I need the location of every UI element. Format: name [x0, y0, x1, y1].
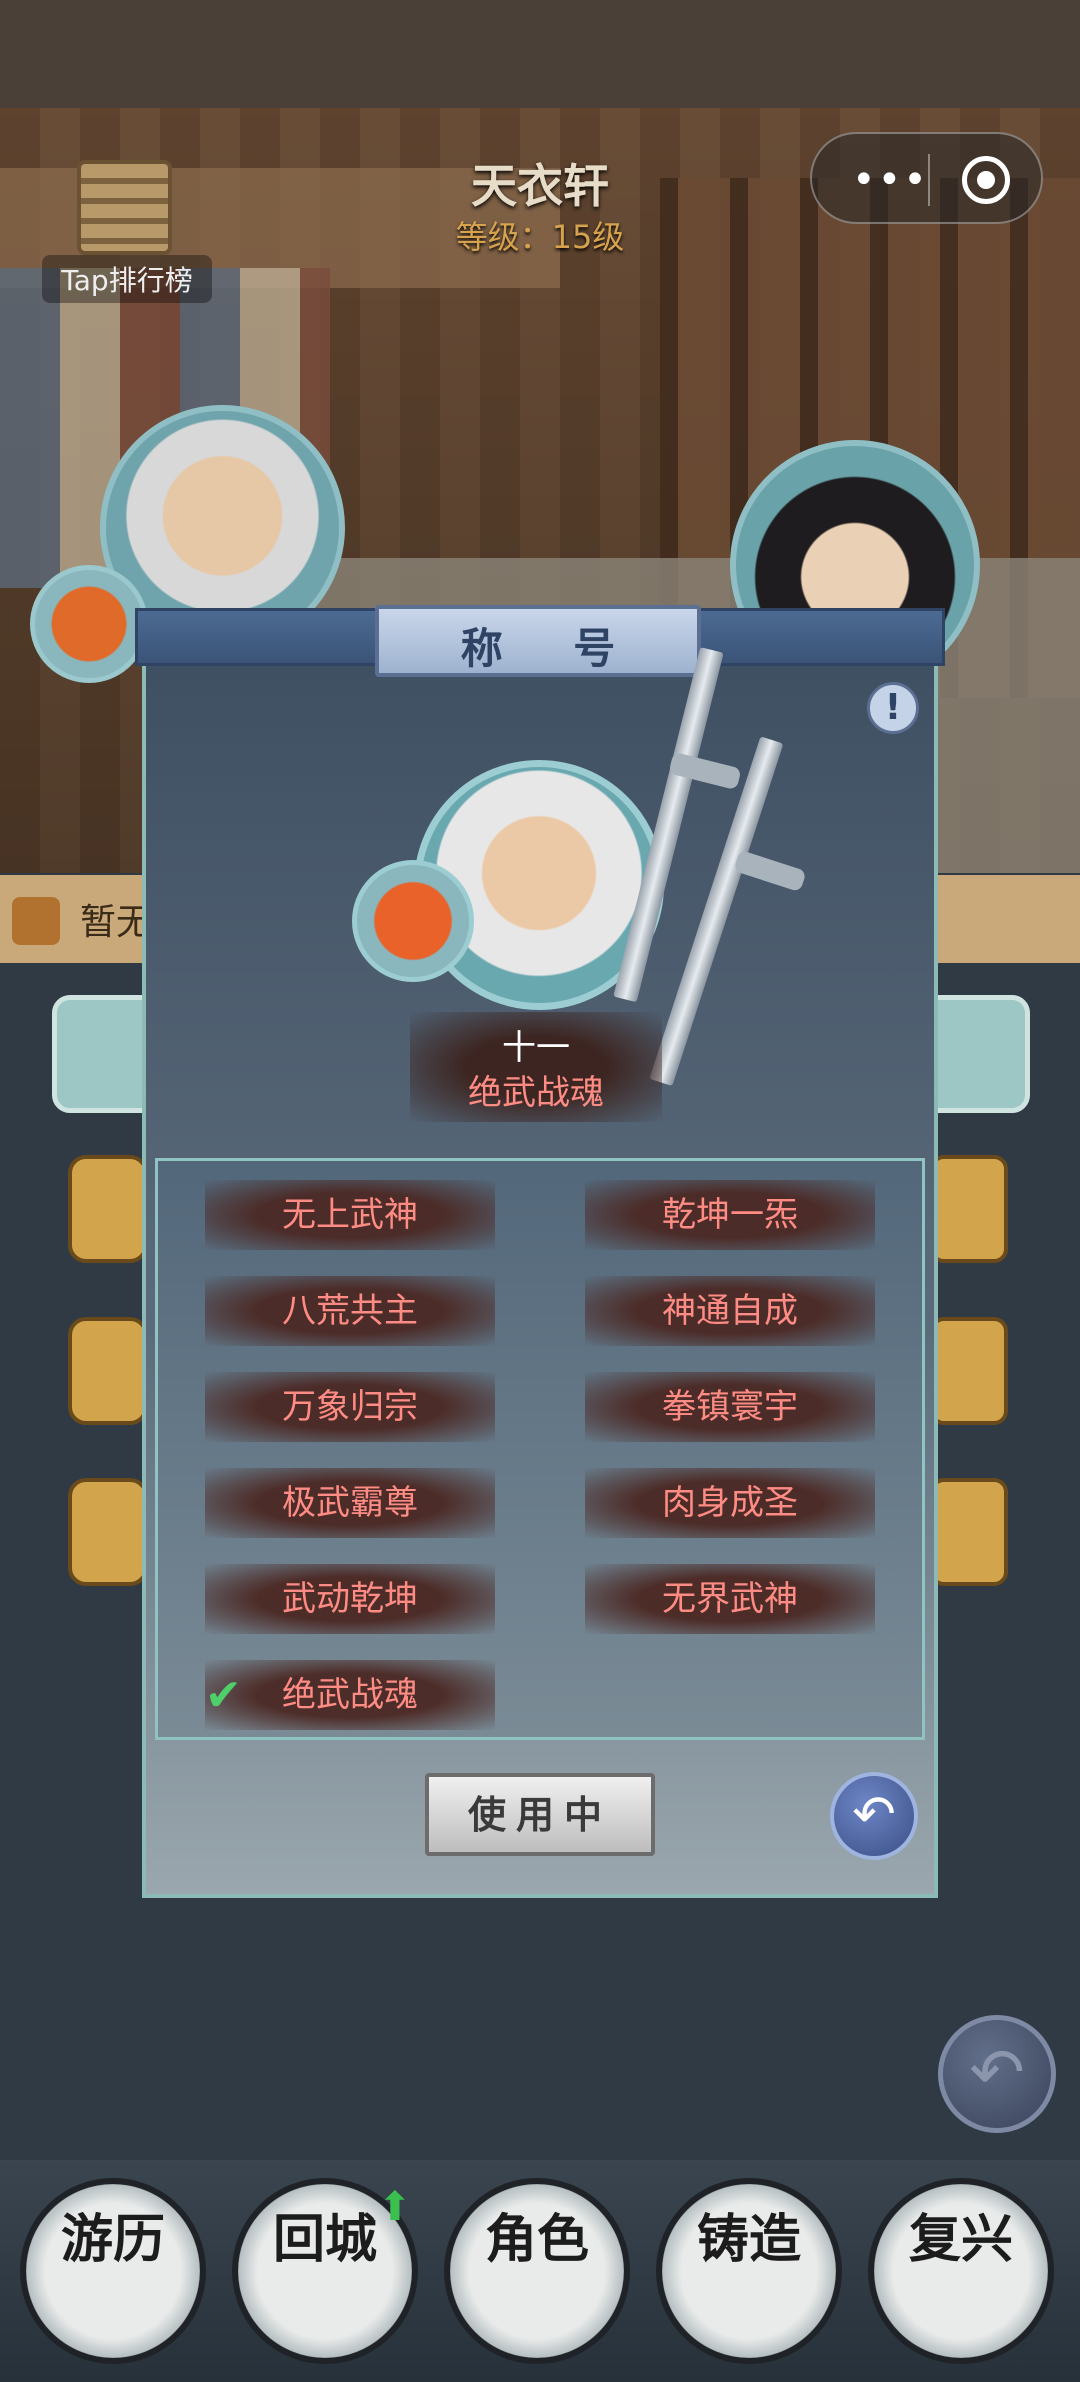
- checklist-icon: [12, 897, 60, 945]
- more-dots-icon[interactable]: •••: [852, 160, 929, 200]
- title-item[interactable]: 乾坤一炁: [585, 1180, 875, 1250]
- nav-label-revival: 复兴: [908, 2209, 1013, 2270]
- target-icon[interactable]: [962, 156, 1010, 204]
- title-item[interactable]: 神通自成: [585, 1276, 875, 1346]
- nav-button-travel[interactable]: [20, 2178, 206, 2364]
- title-item[interactable]: 肉身成圣: [585, 1468, 875, 1538]
- top-status-area: [0, 0, 1080, 108]
- capsule-divider: [928, 154, 930, 206]
- modal-back-icon[interactable]: ↶: [830, 1772, 918, 1860]
- title-item[interactable]: 无上武神: [205, 1180, 495, 1250]
- title-item[interactable]: 拳镇寰宇: [585, 1372, 875, 1442]
- title-item[interactable]: 极武霸尊: [205, 1468, 495, 1538]
- upgrade-arrow-icon: ⬆: [378, 2184, 412, 2230]
- rank-button-label: Tap排行榜: [42, 255, 212, 303]
- checkmark-icon: ✔: [205, 1670, 242, 1721]
- left-side-button-chat[interactable]: [68, 1155, 148, 1263]
- left-side-button-badge[interactable]: [68, 1478, 148, 1586]
- info-icon[interactable]: !: [867, 682, 919, 734]
- rank-button[interactable]: Tap排行榜: [42, 155, 212, 305]
- page-back-icon[interactable]: ↶: [938, 2015, 1056, 2133]
- scroll-icon: [77, 160, 172, 255]
- miniprogram-capsule: •••: [810, 132, 1043, 224]
- title-item[interactable]: 无界武神: [585, 1564, 875, 1634]
- current-title-name: 绝武战魂: [468, 1073, 604, 1113]
- nav-button-character[interactable]: [444, 2178, 630, 2364]
- nav-label-character: 角色: [484, 2209, 589, 2270]
- nav-button-revival[interactable]: [868, 2178, 1054, 2364]
- in-use-button[interactable]: 使用中: [425, 1773, 655, 1856]
- title-item[interactable]: 武动乾坤: [205, 1564, 495, 1634]
- title-item[interactable]: 八荒共主: [205, 1276, 495, 1346]
- right-side-button-2[interactable]: [930, 1317, 1008, 1425]
- nav-button-forge[interactable]: [656, 2178, 842, 2364]
- nav-label-forge: 铸造: [696, 2209, 801, 2270]
- title-item-selected[interactable]: 绝武战魂: [205, 1660, 495, 1730]
- right-side-button-3[interactable]: [930, 1478, 1008, 1586]
- left-side-button-edit[interactable]: [68, 1317, 148, 1425]
- dragon-pet-portrait-background: [30, 565, 148, 683]
- current-title-rank: 十一: [502, 1028, 570, 1068]
- modal-title: 称 号: [460, 624, 644, 673]
- title-item[interactable]: 万象归宗: [205, 1372, 495, 1442]
- nav-label-travel: 游历: [60, 2209, 165, 2270]
- dragon-pet-portrait: [352, 860, 474, 982]
- right-side-button-1[interactable]: [930, 1155, 1008, 1263]
